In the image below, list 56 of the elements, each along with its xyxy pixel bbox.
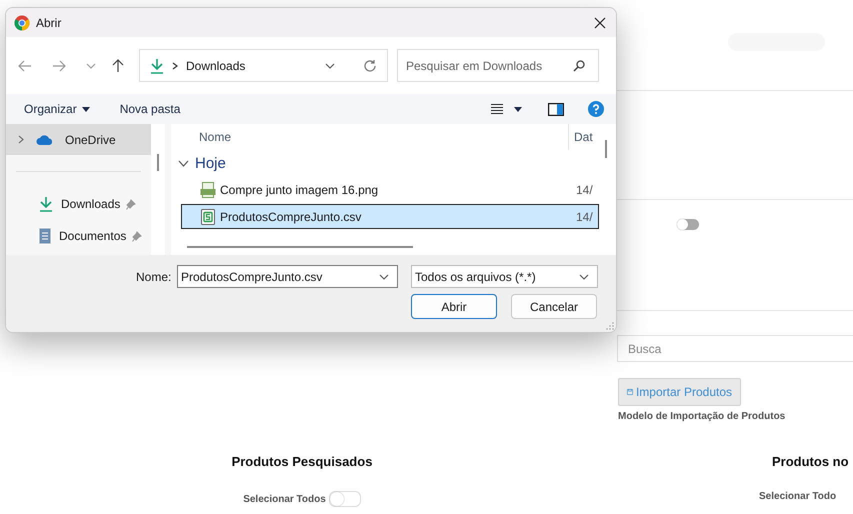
preview-pane-icon[interactable] [548,102,564,116]
up-arrow-icon[interactable] [112,58,124,72]
template-link[interactable]: Modelo de Importação de Produtos [618,411,853,422]
download-icon [150,58,164,74]
chevron-right-icon [172,62,178,70]
view-list-icon[interactable] [490,103,504,115]
chevron-icon [178,160,189,167]
panel-title: Produtos no [772,454,849,469]
group-header[interactable]: Hoje [171,150,599,177]
image-file-icon [200,182,216,198]
organize-menu[interactable]: Organizar [16,102,98,116]
back-arrow-icon[interactable] [18,60,32,72]
file-row[interactable]: ProdutosCompreJunto.csv 14/ [181,204,599,229]
panel-title: Produtos Pesquisados [232,454,372,469]
caret-icon [82,106,90,112]
nav-item[interactable]: OneDrive [6,124,151,155]
chevron-down-icon[interactable] [325,62,335,68]
cloud-icon [36,134,53,145]
spreadsheet-file-icon [200,208,216,224]
toggle-switch[interactable] [328,491,361,507]
dialog-button[interactable]: Abrir [411,294,497,319]
chevron-down-icon [379,274,389,280]
dialog-title: Abrir [36,16,62,30]
pin-icon [132,230,142,242]
save-icon [627,387,633,397]
new-folder-button[interactable]: Nova pasta [112,102,188,116]
browser-icon [14,14,30,30]
close-icon[interactable] [594,16,606,28]
search-field[interactable]: Pesquisar em Downloads [397,49,599,82]
search-icon [573,60,585,72]
nav-item[interactable]: Downloads [6,188,151,220]
file-row[interactable]: Compre junto imagem 16.png 14/ [181,177,599,202]
nav-item[interactable]: Documentos [6,220,151,252]
filename-label: Nome: [136,270,172,284]
help-icon[interactable] [588,101,604,117]
dialog-button[interactable]: Cancelar [511,294,597,319]
toggle-switch[interactable] [677,219,699,230]
filename-combobox[interactable]: ProdutosCompreJunto.csv [177,265,398,288]
resize-grip-icon[interactable] [606,322,614,330]
address-bar[interactable]: Downloads [139,49,388,82]
download-icon [39,196,53,212]
chevron-down-icon [579,274,589,280]
file-type-dropdown[interactable]: Todos os arquivos (*.*) [411,265,598,288]
scrollbar-thumb[interactable] [605,140,607,158]
forward-arrow-icon[interactable] [52,60,66,72]
select-all-label: Selecionar Todos [243,494,326,504]
search-field[interactable]: Busca [617,335,853,362]
caret-icon[interactable] [514,106,522,112]
refresh-icon[interactable] [363,58,377,72]
select-all-label: Selecionar Todo [759,491,836,502]
chevron-right-icon [18,135,24,144]
scrollbar-thumb[interactable] [157,154,159,171]
column-header[interactable]: Nome [199,130,568,144]
document-icon [39,228,51,244]
scrollbar-thumb[interactable] [187,246,413,248]
pin-icon [126,198,136,210]
